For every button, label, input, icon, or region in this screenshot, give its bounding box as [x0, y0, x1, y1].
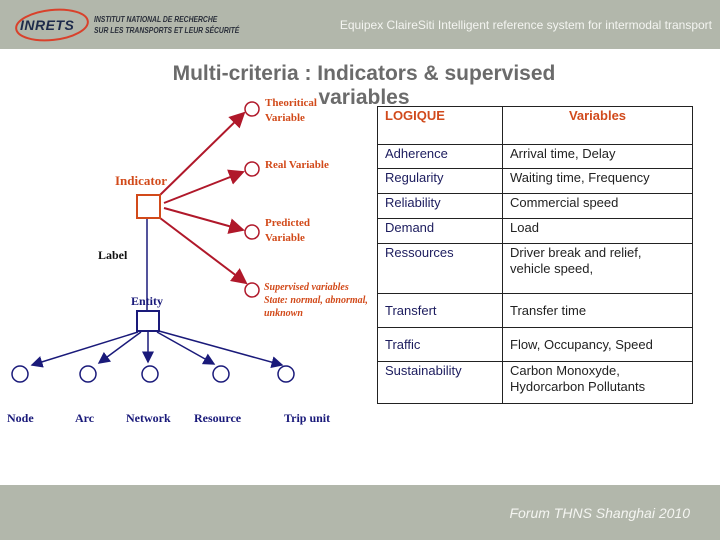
child-label-resource: Resource — [194, 411, 242, 425]
table-row: Demand Load — [377, 218, 693, 244]
arc-node — [79, 365, 97, 383]
real-variable-node — [244, 161, 260, 177]
arrow-to-arc — [97, 331, 142, 364]
theoretical-variable-node — [244, 101, 260, 117]
supervised-variable-node — [244, 282, 260, 298]
indicator-node — [136, 194, 161, 219]
predicted-variable-node — [244, 224, 260, 240]
arrow-to-resource — [156, 331, 216, 365]
table-header-logique: LOGIQUE — [377, 106, 503, 145]
variables-cell: Flow, Occupancy, Speed — [502, 327, 693, 362]
logique-cell: Reliability — [377, 193, 503, 219]
table-header-row: LOGIQUE Variables — [377, 106, 693, 145]
table-row: Ressources Driver break and relief, vehi… — [377, 243, 693, 294]
predicted-line-1: Predicted — [265, 217, 311, 229]
table-header-variables: Variables — [502, 106, 693, 145]
table-row: Traffic Flow, Occupancy, Speed — [377, 327, 693, 362]
arrow-to-trip-unit — [158, 330, 284, 368]
supervised-line-3: unknown — [264, 308, 303, 319]
logique-cell: Regularity — [377, 168, 503, 194]
supervised-line-2: State: normal, abnormal, — [264, 295, 368, 306]
theoretical-line-1: Theoritical — [265, 97, 317, 109]
footer-text: Forum THNS Shanghai 2010 — [509, 505, 690, 521]
indicator-label: Indicator — [115, 173, 167, 188]
arrow-to-predicted — [163, 207, 245, 234]
arrow-to-real — [163, 169, 245, 204]
variables-cell: Commercial speed — [502, 193, 693, 219]
variables-cell: Load — [502, 218, 693, 244]
variables-cell: Carbon Monoxyde, Hydorcarbon Pollutants — [502, 361, 693, 404]
child-label-node: Node — [7, 411, 34, 425]
variables-cell: Driver break and relief, vehicle speed, — [502, 243, 693, 294]
logique-cell: Demand — [377, 218, 503, 244]
entity-node — [136, 310, 160, 332]
theoretical-variable-label: Theoritical Variable — [265, 96, 317, 126]
logique-cell: Transfert — [377, 293, 503, 328]
header-variables-text: Variables — [568, 108, 627, 123]
child-label-trip-unit: Trip unit — [284, 411, 331, 425]
table-row: Sustainability Carbon Monoxyde, Hydorcar… — [377, 361, 693, 404]
logique-cell: Ressources — [377, 243, 503, 294]
node-node — [11, 365, 29, 383]
table-row: Adherence Arrival time, Delay — [377, 144, 693, 169]
label-label: Label — [98, 248, 128, 262]
supervised-line-1: Supervised variables — [264, 282, 349, 293]
entity-label: Entity — [131, 294, 164, 308]
table-row: Regularity Waiting time, Frequency — [377, 168, 693, 194]
resource-node — [212, 365, 230, 383]
predicted-variable-label: Predicted Variable — [265, 216, 310, 246]
predicted-line-2: Variable — [265, 232, 305, 244]
logique-cell: Traffic — [377, 327, 503, 362]
arrow-to-theoretical — [159, 111, 246, 196]
header-logique-text: LOGIQUE — [385, 108, 445, 123]
trip-unit-node — [277, 365, 295, 383]
variables-cell: Arrival time, Delay — [502, 144, 693, 169]
logique-cell: Sustainability — [377, 361, 503, 404]
table-row: Transfert Transfer time — [377, 293, 693, 328]
supervised-variables-label: Supervised variables State: normal, abno… — [264, 281, 368, 320]
child-label-arc: Arc — [75, 411, 95, 425]
theoretical-line-2: Variable — [265, 112, 305, 124]
arrow-to-node — [30, 331, 139, 368]
logique-cell: Adherence — [377, 144, 503, 169]
variables-cell: Transfer time — [502, 293, 693, 328]
real-variable-label: Real Variable — [265, 159, 329, 171]
logic-variables-table: LOGIQUE Variables Adherence Arrival time… — [377, 106, 693, 404]
child-label-network: Network — [126, 411, 171, 425]
footer-bar: Forum THNS Shanghai 2010 — [0, 485, 720, 540]
table-row: Reliability Commercial speed — [377, 193, 693, 219]
network-node — [141, 365, 159, 383]
variables-cell: Waiting time, Frequency — [502, 168, 693, 194]
